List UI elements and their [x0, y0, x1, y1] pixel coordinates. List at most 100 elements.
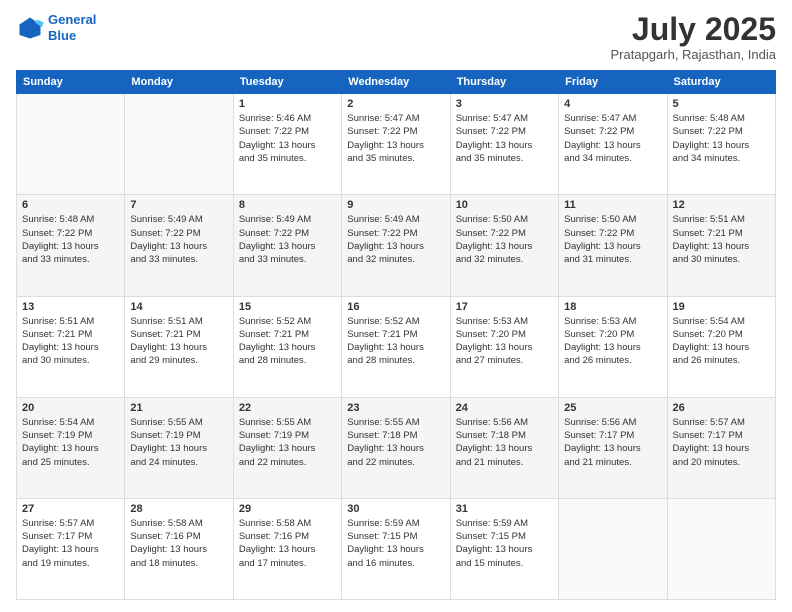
calendar-cell: 6Sunrise: 5:48 AM Sunset: 7:22 PM Daylig… — [17, 195, 125, 296]
day-info: Sunrise: 5:55 AM Sunset: 7:19 PM Dayligh… — [239, 416, 336, 469]
day-info: Sunrise: 5:51 AM Sunset: 7:21 PM Dayligh… — [22, 315, 119, 368]
calendar-cell: 26 Sunrise: 5:57 AM Sunset: 7:17 PM Dayli… — [667, 397, 775, 498]
location: Pratapgarh, Rajasthan, India — [611, 47, 777, 62]
day-info: Sunrise: 5:48 AM Sunset: 7:22 PM Dayligh… — [22, 213, 119, 266]
day-info: Sunrise: 5:50 AM Sunset: 7:22 PM Dayligh… — [564, 213, 661, 266]
calendar-cell: 14 Sunrise: 5:51 AM Sunset: 7:21 PM Dayli… — [125, 296, 233, 397]
day-number: 24 — [456, 402, 553, 414]
day-number: 18 — [564, 301, 661, 313]
day-info: Sunrise: 5:50 AM Sunset: 7:22 PM Dayligh… — [456, 213, 553, 266]
day-info: Sunrise: 5:52 AM Sunset: 7:21 PM Dayligh… — [239, 315, 336, 368]
day-info: Sunrise: 5:53 AM Sunset: 7:20 PM Dayligh… — [564, 315, 661, 368]
calendar-cell: 11 Sunrise: 5:50 AM Sunset: 7:22 PM Dayli… — [559, 195, 667, 296]
day-info: Sunrise: 5:54 AM Sunset: 7:20 PM Dayligh… — [673, 315, 770, 368]
calendar-cell: 7 Sunrise: 5:49 AM Sunset: 7:22 PM Daylig… — [125, 195, 233, 296]
calendar-cell: 17Sunrise: 5:53 AM Sunset: 7:20 PM Dayli… — [450, 296, 558, 397]
calendar-cell: 9 Sunrise: 5:49 AM Sunset: 7:22 PM Daylig… — [342, 195, 450, 296]
calendar-cell — [17, 94, 125, 195]
calendar-cell: 25 Sunrise: 5:56 AM Sunset: 7:17 PM Dayli… — [559, 397, 667, 498]
day-info: Sunrise: 5:58 AM Sunset: 7:16 PM Dayligh… — [130, 517, 227, 570]
calendar-cell: 8 Sunrise: 5:49 AM Sunset: 7:22 PM Daylig… — [233, 195, 341, 296]
calendar-week-row: 6Sunrise: 5:48 AM Sunset: 7:22 PM Daylig… — [17, 195, 776, 296]
day-number: 3 — [456, 98, 553, 110]
month-title: July 2025 — [611, 12, 777, 47]
day-info: Sunrise: 5:58 AM Sunset: 7:16 PM Dayligh… — [239, 517, 336, 570]
calendar-cell: 21Sunrise: 5:55 AM Sunset: 7:19 PM Dayli… — [125, 397, 233, 498]
calendar-week-row: 27Sunrise: 5:57 AM Sunset: 7:17 PM Dayli… — [17, 498, 776, 599]
calendar-cell: 15 Sunrise: 5:52 AM Sunset: 7:21 PM Dayli… — [233, 296, 341, 397]
day-info: Sunrise: 5:48 AM Sunset: 7:22 PM Dayligh… — [673, 112, 770, 165]
day-header-wednesday: Wednesday — [342, 71, 450, 94]
day-header-friday: Friday — [559, 71, 667, 94]
day-number: 19 — [673, 301, 770, 313]
day-number: 26 — [673, 402, 770, 414]
day-number: 14 — [130, 301, 227, 313]
day-info: Sunrise: 5:59 AM Sunset: 7:15 PM Dayligh… — [456, 517, 553, 570]
calendar-cell: 20 Sunrise: 5:54 AM Sunset: 7:19 PM Dayli… — [17, 397, 125, 498]
calendar-cell: 13 Sunrise: 5:51 AM Sunset: 7:21 PM Dayli… — [17, 296, 125, 397]
day-info: Sunrise: 5:54 AM Sunset: 7:19 PM Dayligh… — [22, 416, 119, 469]
calendar-table: SundayMondayTuesdayWednesdayThursdayFrid… — [16, 70, 776, 600]
day-number: 15 — [239, 301, 336, 313]
day-number: 22 — [239, 402, 336, 414]
day-info: Sunrise: 5:51 AM Sunset: 7:21 PM Dayligh… — [130, 315, 227, 368]
day-number: 4 — [564, 98, 661, 110]
day-header-sunday: Sunday — [17, 71, 125, 94]
day-number: 13 — [22, 301, 119, 313]
calendar-cell: 27Sunrise: 5:57 AM Sunset: 7:17 PM Dayli… — [17, 498, 125, 599]
logo-icon — [16, 14, 44, 42]
day-number: 11 — [564, 199, 661, 211]
day-number: 16 — [347, 301, 444, 313]
day-number: 25 — [564, 402, 661, 414]
day-info: Sunrise: 5:49 AM Sunset: 7:22 PM Dayligh… — [239, 213, 336, 266]
day-header-monday: Monday — [125, 71, 233, 94]
calendar-week-row: 1 Sunrise: 5:46 AM Sunset: 7:22 PM Daylig… — [17, 94, 776, 195]
calendar-cell: 19 Sunrise: 5:54 AM Sunset: 7:20 PM Dayli… — [667, 296, 775, 397]
logo-text: General Blue — [48, 12, 96, 43]
page: General Blue July 2025 Pratapgarh, Rajas… — [0, 0, 792, 612]
day-info: Sunrise: 5:56 AM Sunset: 7:17 PM Dayligh… — [564, 416, 661, 469]
calendar-cell: 4Sunrise: 5:47 AM Sunset: 7:22 PM Daylig… — [559, 94, 667, 195]
calendar-cell: 3 Sunrise: 5:47 AM Sunset: 7:22 PM Daylig… — [450, 94, 558, 195]
calendar-cell: 23Sunrise: 5:55 AM Sunset: 7:18 PM Dayli… — [342, 397, 450, 498]
calendar-cell — [559, 498, 667, 599]
calendar-week-row: 20 Sunrise: 5:54 AM Sunset: 7:19 PM Dayli… — [17, 397, 776, 498]
calendar-cell — [125, 94, 233, 195]
day-info: Sunrise: 5:49 AM Sunset: 7:22 PM Dayligh… — [130, 213, 227, 266]
calendar-cell: 30 Sunrise: 5:59 AM Sunset: 7:15 PM Dayli… — [342, 498, 450, 599]
calendar-cell: 28Sunrise: 5:58 AM Sunset: 7:16 PM Dayli… — [125, 498, 233, 599]
day-number: 20 — [22, 402, 119, 414]
day-number: 30 — [347, 503, 444, 515]
day-info: Sunrise: 5:46 AM Sunset: 7:22 PM Dayligh… — [239, 112, 336, 165]
day-number: 23 — [347, 402, 444, 414]
day-info: Sunrise: 5:56 AM Sunset: 7:18 PM Dayligh… — [456, 416, 553, 469]
calendar-header-row: SundayMondayTuesdayWednesdayThursdayFrid… — [17, 71, 776, 94]
day-info: Sunrise: 5:52 AM Sunset: 7:21 PM Dayligh… — [347, 315, 444, 368]
day-number: 5 — [673, 98, 770, 110]
calendar-cell: 31Sunrise: 5:59 AM Sunset: 7:15 PM Dayli… — [450, 498, 558, 599]
header: General Blue July 2025 Pratapgarh, Rajas… — [16, 12, 776, 62]
day-number: 8 — [239, 199, 336, 211]
calendar-cell: 18 Sunrise: 5:53 AM Sunset: 7:20 PM Dayli… — [559, 296, 667, 397]
day-info: Sunrise: 5:47 AM Sunset: 7:22 PM Dayligh… — [456, 112, 553, 165]
day-info: Sunrise: 5:57 AM Sunset: 7:17 PM Dayligh… — [673, 416, 770, 469]
day-number: 7 — [130, 199, 227, 211]
day-header-saturday: Saturday — [667, 71, 775, 94]
calendar-week-row: 13 Sunrise: 5:51 AM Sunset: 7:21 PM Dayli… — [17, 296, 776, 397]
calendar-cell: 1 Sunrise: 5:46 AM Sunset: 7:22 PM Daylig… — [233, 94, 341, 195]
calendar-cell: 10Sunrise: 5:50 AM Sunset: 7:22 PM Dayli… — [450, 195, 558, 296]
day-header-thursday: Thursday — [450, 71, 558, 94]
day-number: 9 — [347, 199, 444, 211]
day-number: 29 — [239, 503, 336, 515]
day-info: Sunrise: 5:57 AM Sunset: 7:17 PM Dayligh… — [22, 517, 119, 570]
day-number: 1 — [239, 98, 336, 110]
day-info: Sunrise: 5:49 AM Sunset: 7:22 PM Dayligh… — [347, 213, 444, 266]
day-number: 12 — [673, 199, 770, 211]
logo: General Blue — [16, 12, 96, 43]
calendar-cell: 16 Sunrise: 5:52 AM Sunset: 7:21 PM Dayli… — [342, 296, 450, 397]
day-info: Sunrise: 5:59 AM Sunset: 7:15 PM Dayligh… — [347, 517, 444, 570]
calendar-cell: 29 Sunrise: 5:58 AM Sunset: 7:16 PM Dayli… — [233, 498, 341, 599]
day-number: 21 — [130, 402, 227, 414]
calendar-cell: 22 Sunrise: 5:55 AM Sunset: 7:19 PM Dayli… — [233, 397, 341, 498]
day-number: 2 — [347, 98, 444, 110]
